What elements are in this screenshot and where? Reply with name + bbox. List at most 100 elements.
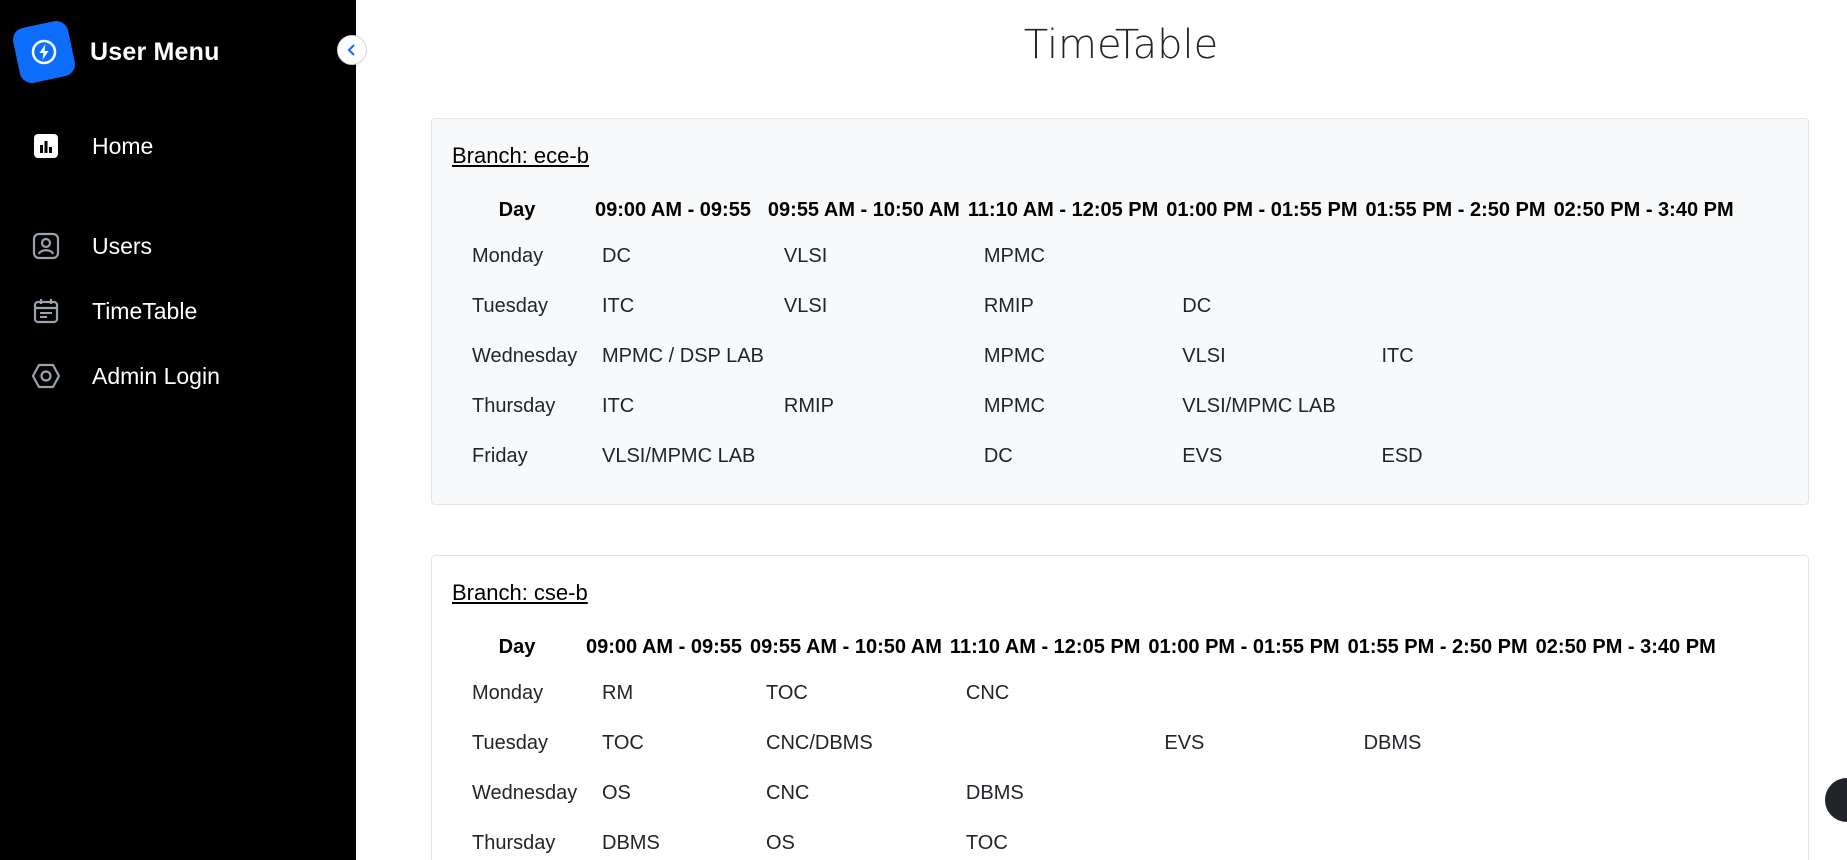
table-cell: ITC [602,294,635,317]
branch-title: Branch: cse-b [452,580,588,605]
table-header-row: Day 09:00 AM - 09:55 09:55 AM - 10:50 AM… [452,626,1720,668]
sidebar-item-home[interactable]: Home [30,126,153,166]
table-cell: VLSI/MPMC LAB [602,444,756,467]
table-row: Monday DC VLSI MPMC [452,231,1738,281]
floating-action-button[interactable] [1825,778,1847,822]
sidebar-item-admin-login[interactable]: Admin Login [30,356,220,396]
timetable-table: Day 09:00 AM - 09:55 09:55 AM - 10:50 AM… [452,626,1720,860]
table-cell: VLSI/MPMC LAB [1182,394,1336,417]
column-header: 09:55 AM - 10:50 AM [767,198,960,221]
table-cell-day: Tuesday [472,294,548,317]
table-cell-day: Tuesday [472,731,548,754]
table-cell [1550,231,1738,281]
table-cell: ESD [1381,444,1423,467]
table-cell: ITC [602,394,635,417]
table-cell: DBMS [965,781,1024,804]
table-cell: VLSI [783,294,828,317]
table-cell [1550,331,1738,381]
sidebar-brand: User Menu [10,18,220,86]
table-row: Wednesday MPMC / DSP LAB MPMC VLSI ITC [452,331,1738,381]
table-cell: TOC [602,731,644,754]
table-cell-day: Thursday [472,394,556,417]
table-cell: DBMS [1363,731,1422,754]
chevron-left-icon [347,44,355,56]
table-cell: VLSI [783,244,828,267]
table-cell [1532,818,1720,860]
table-cell [1361,231,1549,281]
table-cell: DBMS [602,831,660,854]
table-row: Thursday DBMS OS TOC [452,818,1720,860]
column-header: 09:00 AM - 09:55 [586,635,742,658]
table-cell [1344,818,1532,860]
column-header: 09:55 AM - 10:50 AM [750,635,942,658]
table-cell [1344,768,1532,818]
table-cell [1144,768,1343,818]
table-cell [1361,381,1549,431]
branch-title: Branch: ece-b [452,143,589,168]
table-cell [764,331,964,381]
column-header: 11:10 AM - 12:05 PM [949,635,1141,658]
table-cell: MPMC / DSP LAB [602,344,764,367]
table-cell: DC [1182,294,1212,317]
table-cell-day: Monday [472,681,544,704]
bar-chart-icon [30,130,62,162]
table-row: Tuesday ITC VLSI RMIP DC [452,281,1738,331]
table-cell [1532,718,1720,768]
table-cell: DC [602,244,631,267]
table-cell: TOC [965,831,1008,854]
sidebar-item-label: TimeTable [92,297,198,324]
sidebar-item-timetable[interactable]: TimeTable [30,291,197,331]
table-cell-day: Wednesday [472,781,578,804]
column-header: 01:00 PM - 01:55 PM [1148,635,1340,658]
table-row: Thursday ITC RMIP MPMC VLSI/MPMC LAB [452,381,1738,431]
user-badge-icon [30,230,62,262]
table-header-row: Day 09:00 AM - 09:55 09:55 AM - 10:50 AM… [452,189,1738,231]
table-cell [1550,281,1738,331]
timetable-table: Day 09:00 AM - 09:55 09:55 AM - 10:50 AM… [452,189,1738,481]
sidebar-item-users[interactable]: Users [30,226,152,266]
sidebar-item-label: Admin Login [92,362,220,389]
timetable-card-ece-b: Branch: ece-b Day 09:00 AM - 09:55 09:55… [431,118,1809,505]
table-cell: MPMC [983,344,1045,367]
table-cell: VLSI [1182,344,1226,367]
table-row: Friday VLSI/MPMC LAB DC EVS ESD [452,431,1738,481]
table-cell: TOC [766,681,808,704]
table-cell [1532,668,1720,718]
table-cell: RMIP [983,294,1034,317]
column-header: Day [498,635,536,658]
hexagon-icon [30,360,62,392]
lightning-logo-icon [10,18,78,86]
page-title: TimeTable [1023,22,1219,68]
calendar-icon [30,295,62,327]
table-cell: EVS [1164,731,1205,754]
table-cell [1162,231,1361,281]
table-cell: OS [766,831,795,854]
table-cell [1144,818,1343,860]
table-cell-day: Monday [472,244,544,267]
column-header: 01:55 PM - 2:50 PM [1365,198,1546,221]
table-cell: RM [602,681,634,704]
table-cell-day: Thursday [472,831,556,854]
table-cell [1532,768,1720,818]
table-cell: OS [602,781,631,804]
table-cell [1550,431,1738,481]
table-cell-day: Wednesday [472,344,578,367]
table-cell [1550,381,1738,431]
table-cell: RMIP [783,394,834,417]
timetable-card-cse-b: Branch: cse-b Day 09:00 AM - 09:55 09:55… [431,555,1809,860]
table-cell: MPMC [983,244,1045,267]
sidebar-item-label: Home [92,132,154,159]
column-header: 01:55 PM - 2:50 PM [1347,635,1528,658]
sidebar-item-label: Users [92,232,153,259]
table-row: Wednesday OS CNC DBMS [452,768,1720,818]
table-cell [1344,668,1532,718]
column-header: 11:10 AM - 12:05 PM [967,198,1159,221]
sidebar-collapse-button[interactable] [337,35,367,65]
column-header: 09:00 AM - 09:55 [594,198,751,221]
table-cell [1361,281,1549,331]
table-cell: CNC [965,681,1010,704]
table-cell: CNC [766,781,810,804]
table-cell [946,718,1144,768]
table-cell: DC [983,444,1013,467]
table-cell-day: Friday [472,444,528,467]
